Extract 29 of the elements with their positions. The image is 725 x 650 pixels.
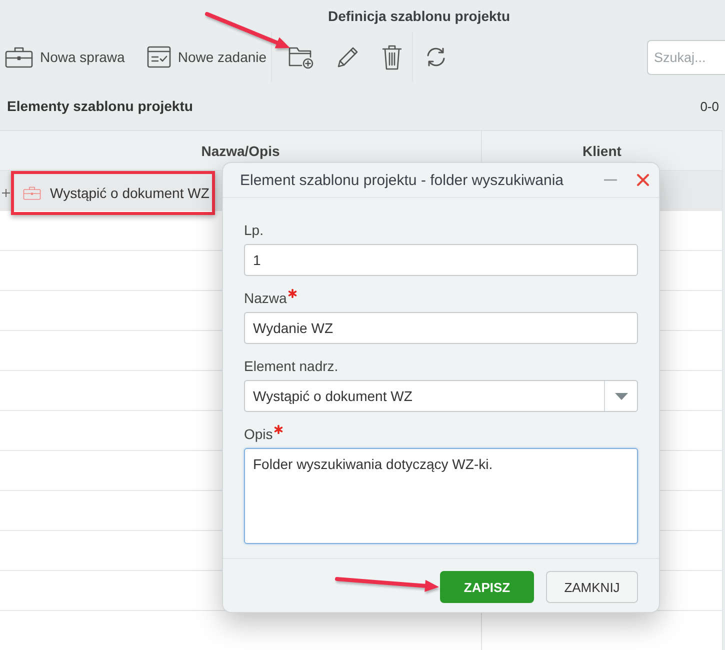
field-label: Element nadrz. — [244, 357, 338, 375]
field-label: Nazwa — [244, 289, 287, 307]
textarea-field[interactable]: Folder wyszukiwania dotyczący WZ-ki. — [244, 448, 638, 544]
item-name: Wystąpić o dokument WZ — [50, 185, 210, 201]
new-case-button[interactable]: Nowa sprawa — [1, 41, 129, 73]
field-label: Opis — [244, 425, 273, 443]
expand-icon[interactable] — [2, 189, 10, 197]
close-dialog-button[interactable]: ZAMKNIJ — [546, 571, 638, 603]
briefcase-icon — [23, 186, 41, 200]
input-field[interactable]: Wydanie WZ — [244, 312, 638, 344]
task-list-icon — [146, 46, 171, 68]
briefcase-icon — [5, 46, 33, 68]
input-field[interactable]: 1 — [244, 244, 638, 276]
column-header[interactable]: Nazwa/Opis — [201, 142, 280, 158]
close-icon[interactable] — [637, 174, 649, 186]
column-header[interactable]: Klient — [582, 142, 622, 158]
dropdown-field[interactable]: Wystąpić o dokument WZ — [244, 380, 638, 412]
page-title: Definicja szablonu projektu — [328, 8, 510, 24]
refresh-icon — [424, 46, 447, 68]
save-button[interactable]: ZAPISZ — [440, 571, 534, 603]
dialog-title: Element szablonu projektu - folder wyszukiwania — [240, 172, 564, 188]
record-count: 0-0 — [700, 98, 719, 114]
pencil-icon — [336, 45, 360, 69]
trash-icon — [382, 44, 402, 70]
section-title: Elementy szablonu projektu — [7, 98, 193, 114]
caret-icon — [614, 392, 628, 400]
folder-plus-icon — [288, 45, 314, 69]
field-label: Lp. — [244, 221, 264, 239]
new-task-button[interactable]: Nowe zadanie — [142, 41, 271, 73]
